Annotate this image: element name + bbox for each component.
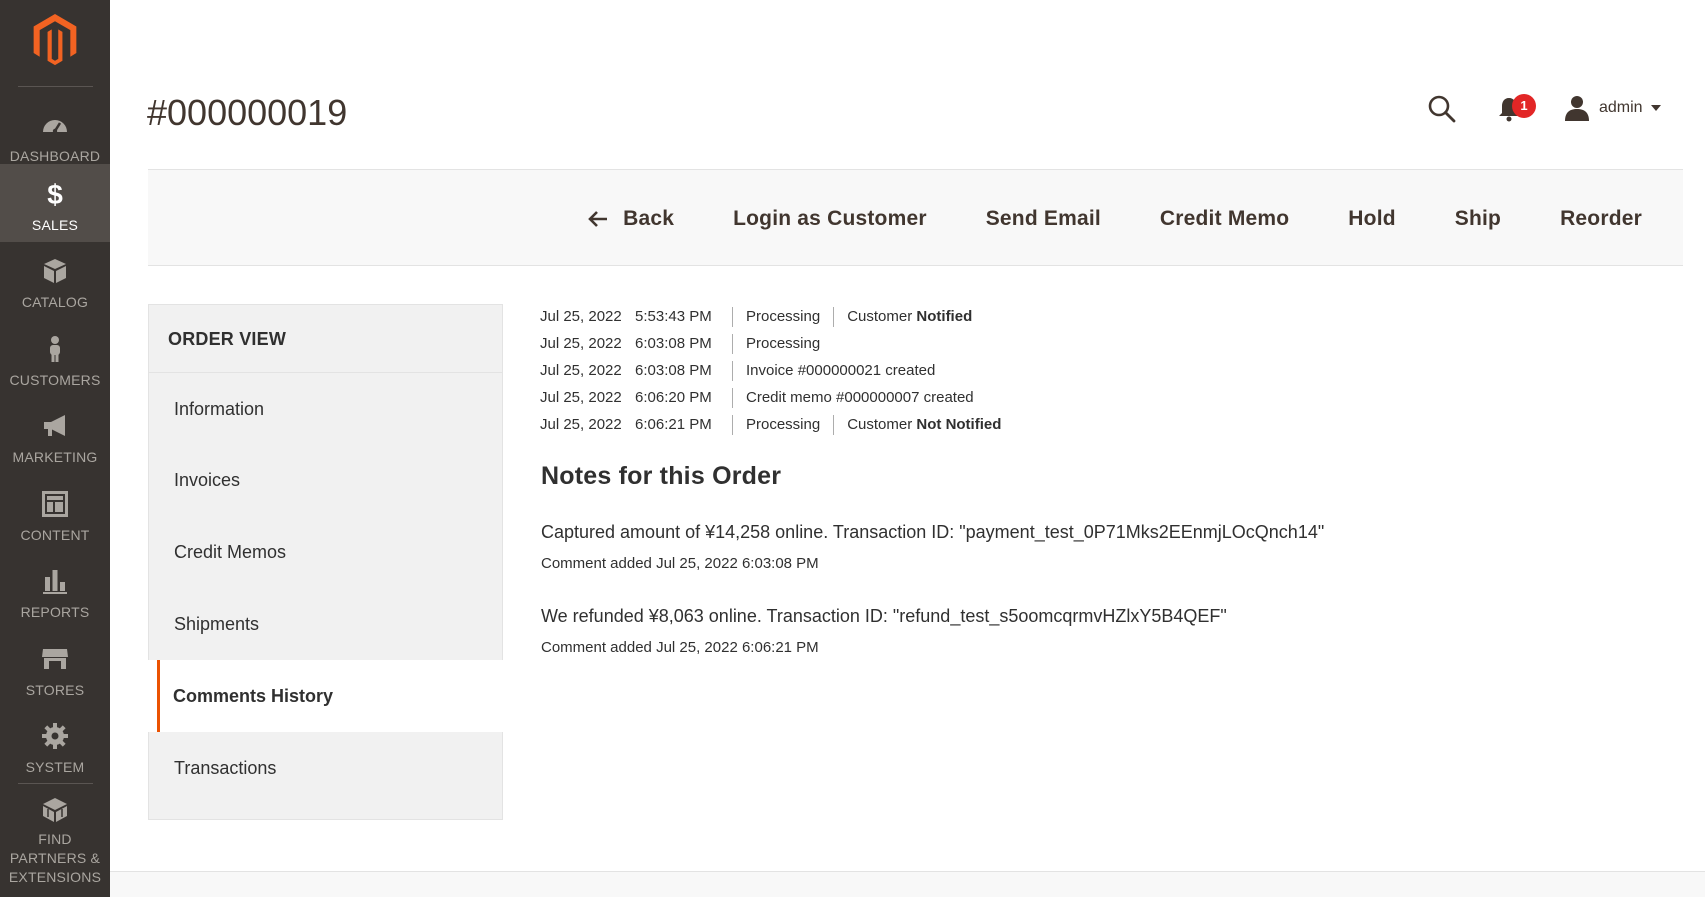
layout-icon	[42, 491, 68, 517]
user-icon	[1565, 96, 1589, 121]
sidebar-label: REPORTS	[20, 604, 90, 620]
user-menu[interactable]: admin	[1564, 94, 1661, 122]
comments-history-list: Jul 25, 2022 5:53:43 PM Processing Custo…	[540, 303, 1014, 438]
history-row: Jul 25, 2022 5:53:43 PM Processing Custo…	[540, 303, 1014, 330]
note-text: Captured amount of ¥14,258 online. Trans…	[541, 522, 1325, 542]
sidebar-label: CUSTOMERS	[9, 372, 101, 388]
notify-state: Not Notified	[916, 415, 1002, 433]
note-text: We refunded ¥8,063 online. Transaction I…	[541, 606, 1227, 626]
sidebar-item-sales[interactable]: $ SALES	[0, 164, 110, 242]
ship-button[interactable]: Ship	[1455, 207, 1501, 231]
sidebar-label: SALES	[31, 217, 79, 233]
back-button[interactable]: Back	[587, 207, 674, 231]
history-date: Jul 25, 2022	[540, 389, 622, 406]
history-notify: Customer Not Notified	[833, 414, 1014, 435]
sidebar-item-system[interactable]: SYSTEM	[0, 706, 110, 784]
history-status: Processing	[732, 333, 833, 354]
sidebar-label: FIND PARTNERS & EXTENSIONS	[8, 831, 102, 885]
sidebar-item-reports[interactable]: REPORTS	[0, 551, 110, 629]
gear-icon	[42, 723, 68, 749]
person-icon	[50, 336, 60, 362]
bar-chart-icon	[43, 570, 67, 594]
tab-transactions[interactable]: Transactions	[148, 732, 503, 820]
history-time: 6:06:20 PM	[635, 389, 712, 406]
tab-shipments[interactable]: Shipments	[148, 588, 503, 660]
tab-comments-history[interactable]: Comments History	[148, 660, 503, 732]
notify-prefix: Customer	[847, 307, 913, 325]
logo-divider	[18, 86, 93, 87]
history-time: 5:53:43 PM	[635, 308, 712, 325]
notification-badge[interactable]: 1	[1512, 94, 1536, 118]
history-status: Processing	[732, 414, 833, 435]
arrow-left-icon	[588, 210, 608, 227]
login-as-customer-button[interactable]: Login as Customer	[733, 207, 927, 231]
history-status: Invoice #000000021 created	[732, 360, 948, 381]
history-time: 6:06:21 PM	[635, 416, 712, 433]
history-date: Jul 25, 2022	[540, 416, 622, 433]
history-status: Credit memo #000000007 created	[732, 387, 987, 408]
history-notify: Customer Notified	[833, 306, 985, 327]
hold-button[interactable]: Hold	[1348, 207, 1395, 231]
tab-information[interactable]: Information	[148, 372, 503, 444]
notify-prefix: Customer	[847, 415, 913, 433]
page-actions-bar: Back Login as Customer Send Email Credit…	[148, 169, 1683, 266]
user-name: admin	[1599, 99, 1643, 116]
svg-text:$: $	[47, 180, 63, 208]
history-row: Jul 25, 2022 6:03:08 PM Invoice #0000000…	[540, 357, 1014, 384]
admin-sidebar: DASHBOARD $ SALES CATALOG CUSTOMERS MARK…	[0, 0, 110, 897]
history-row: Jul 25, 2022 6:06:20 PM Credit memo #000…	[540, 384, 1014, 411]
history-date: Jul 25, 2022	[540, 362, 622, 379]
notify-state: Notified	[916, 307, 973, 325]
dashboard-icon	[43, 120, 67, 134]
send-email-button[interactable]: Send Email	[986, 207, 1101, 231]
reorder-button[interactable]: Reorder	[1560, 207, 1642, 231]
chevron-down-icon	[1650, 105, 1661, 111]
magento-logo-icon[interactable]	[30, 14, 80, 66]
credit-memo-button[interactable]: Credit Memo	[1160, 207, 1289, 231]
sidebar-item-marketing[interactable]: MARKETING	[0, 396, 110, 474]
history-status: Processing	[732, 306, 833, 327]
dollar-icon: $	[47, 180, 63, 208]
history-row: Jul 25, 2022 6:03:08 PM Processing	[540, 330, 1014, 357]
sidebar-label: CATALOG	[21, 294, 89, 310]
tab-credit-memos[interactable]: Credit Memos	[148, 516, 503, 588]
sidebar-label: CONTENT	[20, 527, 90, 543]
sidebar-label: SYSTEM	[25, 759, 85, 775]
order-view-heading: ORDER VIEW	[148, 304, 503, 372]
store-icon	[42, 649, 68, 669]
box-icon	[44, 259, 66, 283]
sidebar-item-content[interactable]: CONTENT	[0, 474, 110, 552]
history-row: Jul 25, 2022 6:06:21 PM Processing Custo…	[540, 411, 1014, 438]
search-icon[interactable]	[1427, 94, 1457, 124]
sidebar-item-customers[interactable]: CUSTOMERS	[0, 319, 110, 397]
history-date: Jul 25, 2022	[540, 335, 622, 352]
tab-invoices[interactable]: Invoices	[148, 444, 503, 516]
notes-title: Notes for this Order	[541, 462, 782, 490]
sidebar-item-stores[interactable]: STORES	[0, 629, 110, 707]
order-view-tabs: ORDER VIEW Information Invoices Credit M…	[148, 304, 503, 820]
sidebar-label: MARKETING	[12, 449, 98, 465]
sidebar-item-find-partners[interactable]: FIND PARTNERS & EXTENSIONS	[0, 784, 110, 898]
sidebar-label: STORES	[25, 682, 85, 698]
history-time: 6:03:08 PM	[635, 362, 712, 379]
megaphone-icon	[44, 415, 65, 436]
note-meta: Comment added Jul 25, 2022 6:03:08 PM	[541, 555, 819, 572]
history-time: 6:03:08 PM	[635, 335, 712, 352]
blocks-icon	[43, 798, 67, 822]
history-date: Jul 25, 2022	[540, 308, 622, 325]
page-title: #000000019	[147, 92, 348, 133]
note-meta: Comment added Jul 25, 2022 6:06:21 PM	[541, 639, 819, 656]
page-footer	[110, 871, 1705, 897]
sidebar-item-dashboard[interactable]: DASHBOARD	[0, 95, 110, 173]
sidebar-item-catalog[interactable]: CATALOG	[0, 241, 110, 319]
back-label: Back	[623, 206, 675, 230]
